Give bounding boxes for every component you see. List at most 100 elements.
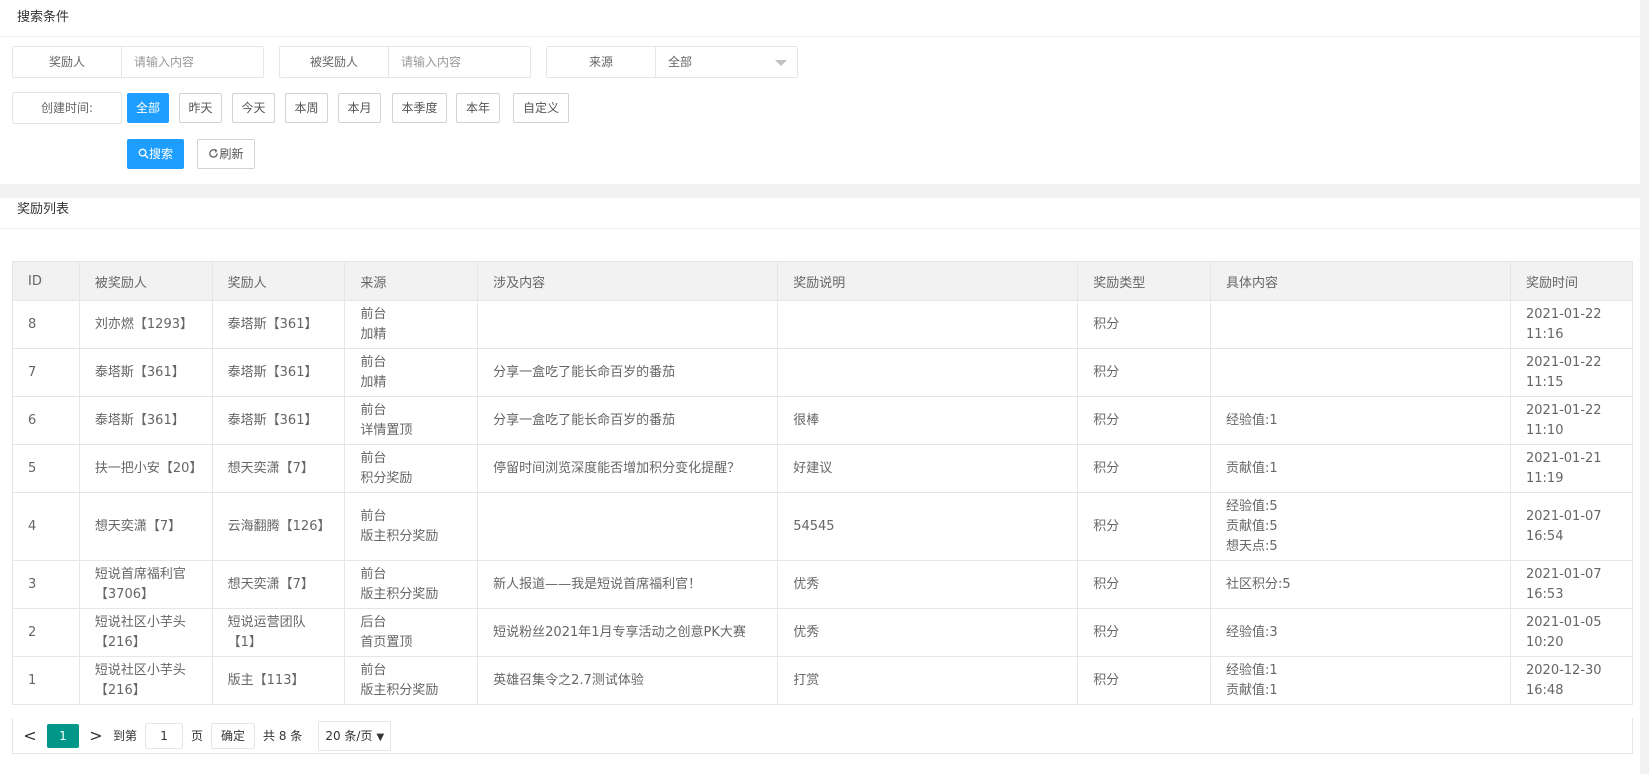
goto-label: 到第 xyxy=(113,729,138,743)
detail-line: 想天点:5 xyxy=(1225,538,1278,554)
next-page-icon[interactable]: > xyxy=(79,726,113,745)
source-line: 加精 xyxy=(360,374,387,390)
list-panel-title: 奖励列表 xyxy=(0,198,1640,229)
cell-source: 前台 加精 xyxy=(344,348,479,397)
time-filter-yesterday[interactable]: 昨天 xyxy=(179,93,222,123)
table-row: 3 短说首席福利官【3706】 想天奕潇【7】 前台 版主积分奖励 新人报道——我… xyxy=(12,560,1633,609)
cell-content: 新人报道——我是短说首席福利官！ xyxy=(477,560,779,609)
rewardee-label: 被奖励人 xyxy=(280,47,389,77)
cell-detail xyxy=(1209,348,1512,397)
chevron-down-icon: ▼ xyxy=(376,731,385,743)
goto-page-input[interactable]: 1 xyxy=(145,722,184,749)
cell-note: 优秀 xyxy=(777,560,1079,609)
detail-line: 经验值:1 xyxy=(1225,662,1278,678)
cell-rewarder: 版主【113】 xyxy=(211,656,346,705)
prev-page-icon[interactable]: < xyxy=(13,726,47,745)
cell-detail: 社区积分:5 xyxy=(1209,560,1512,609)
source-line: 前台 xyxy=(360,662,387,678)
col-note: 奖励说明 xyxy=(777,261,1079,301)
time-filter-custom[interactable]: 自定义 xyxy=(513,93,569,123)
page-1-button[interactable]: 1 xyxy=(47,723,79,748)
caret-down-icon xyxy=(775,60,787,66)
cell-rewarder: 泰塔斯【361】 xyxy=(211,300,346,349)
source-line: 版主积分奖励 xyxy=(360,528,439,544)
cell-note xyxy=(777,348,1079,397)
cell-detail: 经验值:1 xyxy=(1209,396,1512,445)
cell-note xyxy=(777,300,1079,349)
cell-type: 积分 xyxy=(1077,656,1211,705)
cell-detail xyxy=(1209,300,1512,349)
cell-detail: 贡献值:1 xyxy=(1209,444,1512,493)
cell-time: 2021-01-07 16:54 xyxy=(1510,492,1633,561)
cell-rewardee: 短说首席福利官【3706】 xyxy=(78,560,213,609)
time-filter-this-month[interactable]: 本月 xyxy=(338,93,381,123)
time-filter-this-year[interactable]: 本年 xyxy=(456,93,500,123)
cell-source: 前台 详情置顶 xyxy=(344,396,479,445)
cell-rewarder: 想天奕潇【7】 xyxy=(211,444,346,493)
cell-type: 积分 xyxy=(1077,348,1211,397)
search-icon xyxy=(138,148,149,159)
rewarder-field: 奖励人 请输入内容 xyxy=(12,46,264,78)
search-button-label: 搜索 xyxy=(148,147,173,161)
cell-time: 2021-01-21 11:19 xyxy=(1510,444,1633,493)
source-line: 前台 xyxy=(360,354,387,370)
total-count: 共 8 条 xyxy=(263,729,303,743)
cell-id: 8 xyxy=(12,300,80,349)
rewarder-label: 奖励人 xyxy=(13,47,122,77)
table-row: 7 泰塔斯【361】 泰塔斯【361】 前台 加精 分享一盒吃了能长命百岁的番茄 … xyxy=(12,348,1633,397)
col-time: 奖励时间 xyxy=(1510,261,1633,301)
refresh-button-label: 刷新 xyxy=(219,147,244,161)
cell-rewardee: 想天奕潇【7】 xyxy=(78,492,213,561)
time-filter-all[interactable]: 全部 xyxy=(127,93,169,123)
source-label: 来源 xyxy=(547,47,656,77)
search-button[interactable]: 搜索 xyxy=(127,139,184,169)
cell-time: 2021-01-07 16:53 xyxy=(1510,560,1633,609)
detail-line: 经验值:5 xyxy=(1225,498,1278,514)
col-type: 奖励类型 xyxy=(1077,261,1211,301)
col-content: 涉及内容 xyxy=(477,261,779,301)
time-filter-this-week[interactable]: 本周 xyxy=(285,93,328,123)
page-size-select[interactable]: 20 条/页 ▼ xyxy=(318,720,392,751)
source-line: 前台 xyxy=(360,402,387,418)
source-line: 积分奖励 xyxy=(360,470,413,486)
refresh-button[interactable]: 刷新 xyxy=(197,139,255,169)
source-select[interactable]: 全部 xyxy=(656,47,797,77)
cell-id: 6 xyxy=(12,396,80,445)
pagination: < 1 > 到第 1 页 确定 共 8 条 20 条/页 ▼ xyxy=(12,718,1633,754)
cell-time: 2020-12-30 16:48 xyxy=(1510,656,1633,705)
cell-note: 打赏 xyxy=(777,656,1079,705)
table-row: 5 扶一把小安【20】 想天奕潇【7】 前台 积分奖励 停留时间浏览深度能否增加积… xyxy=(12,444,1633,493)
cell-rewarder: 泰塔斯【361】 xyxy=(211,396,346,445)
table-row: 8 刘亦燃【1293】 泰塔斯【361】 前台 加精 积分 2021-01-22 … xyxy=(12,300,1633,349)
source-line: 前台 xyxy=(360,566,387,582)
time-filter-this-quarter[interactable]: 本季度 xyxy=(392,93,447,123)
source-line: 详情置顶 xyxy=(360,422,413,438)
cell-rewardee: 短说社区小芋头【216】 xyxy=(78,608,213,657)
goto-confirm-button[interactable]: 确定 xyxy=(211,722,256,749)
col-source: 来源 xyxy=(344,261,479,301)
cell-detail: 经验值:3 xyxy=(1209,608,1512,657)
rewarder-input[interactable]: 请输入内容 xyxy=(122,47,263,77)
source-line: 前台 xyxy=(360,508,387,524)
cell-rewarder: 短说运营团队【1】 xyxy=(211,608,346,657)
cell-detail: 经验值:5 贡献值:5 想天点:5 xyxy=(1209,492,1512,561)
cell-rewardee: 泰塔斯【361】 xyxy=(78,348,213,397)
list-panel: 奖励列表 ID 被奖励人 奖励人 来源 涉及内容 奖励说明 奖励类型 具体内容 … xyxy=(0,198,1640,774)
cell-rewardee: 刘亦燃【1293】 xyxy=(78,300,213,349)
cell-type: 积分 xyxy=(1077,492,1211,561)
cell-content xyxy=(477,492,779,561)
time-filter-today[interactable]: 今天 xyxy=(232,93,275,123)
cell-source: 前台 加精 xyxy=(344,300,479,349)
source-line: 版主积分奖励 xyxy=(360,586,439,602)
cell-content: 分享一盒吃了能长命百岁的番茄 xyxy=(477,348,779,397)
cell-content xyxy=(477,300,779,349)
detail-line: 经验值:3 xyxy=(1225,624,1278,640)
rewardee-input[interactable]: 请输入内容 xyxy=(389,47,530,77)
reward-table: ID 被奖励人 奖励人 来源 涉及内容 奖励说明 奖励类型 具体内容 奖励时间 … xyxy=(12,261,1633,705)
cell-rewardee: 泰塔斯【361】 xyxy=(78,396,213,445)
source-select-value: 全部 xyxy=(668,55,693,69)
cell-note: 优秀 xyxy=(777,608,1079,657)
search-panel-title: 搜索条件 xyxy=(0,0,1640,37)
table-row: 1 短说社区小芋头【216】 版主【113】 前台 版主积分奖励 英雄召集令之2.… xyxy=(12,656,1633,705)
table-row: 2 短说社区小芋头【216】 短说运营团队【1】 后台 首页置顶 短说粉丝2021… xyxy=(12,608,1633,657)
